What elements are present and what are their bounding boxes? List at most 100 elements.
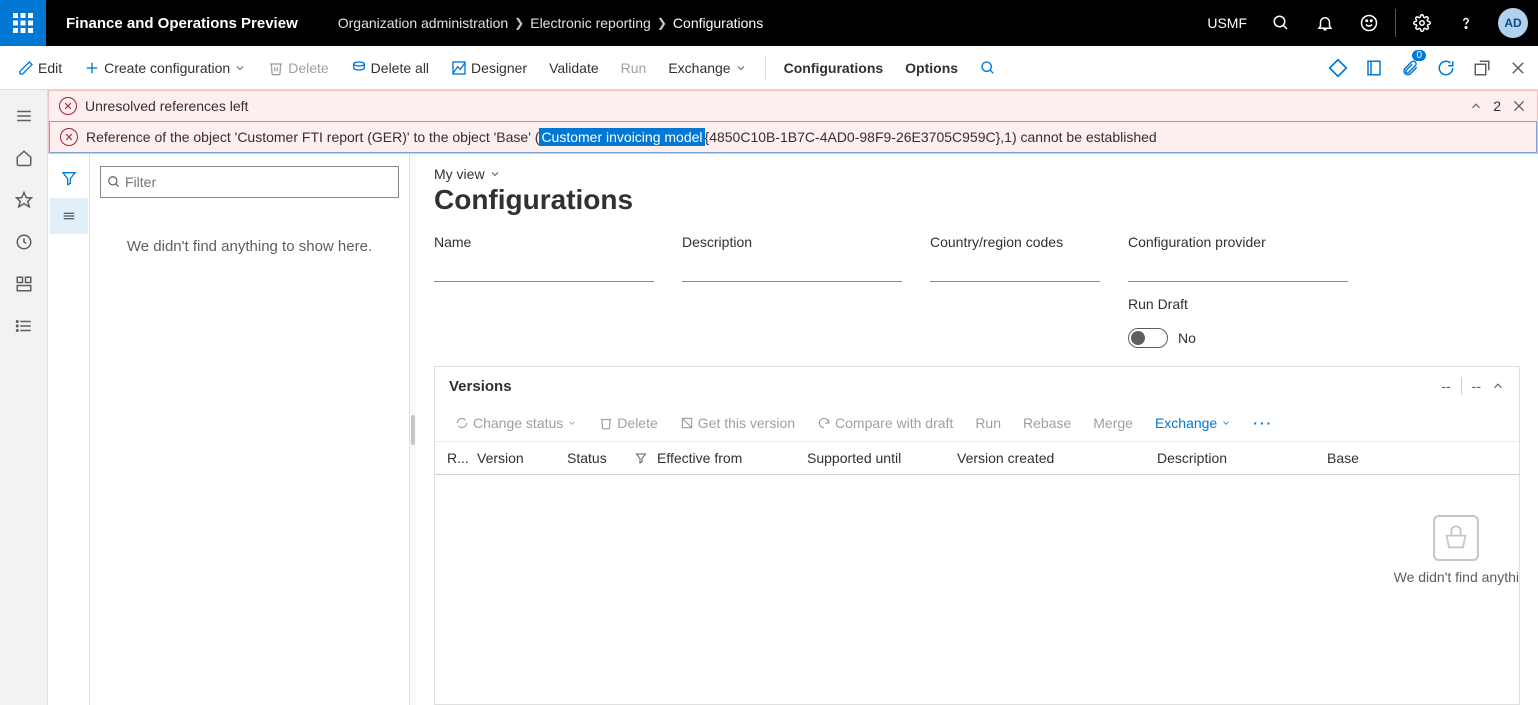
configurations-tab[interactable]: Configurations (774, 54, 894, 82)
edit-button[interactable]: Edit (8, 54, 72, 82)
versions-section: Versions -- -- Change status Delete Get … (434, 366, 1520, 705)
designer-button[interactable]: Designer (441, 54, 537, 82)
get-this-version-label: Get this version (698, 415, 795, 431)
col-status[interactable]: Status (567, 450, 657, 466)
customization-button[interactable] (1326, 56, 1350, 80)
description-field[interactable] (682, 260, 902, 282)
country-codes-field[interactable] (930, 260, 1100, 282)
configurations-label: Configurations (784, 60, 884, 76)
tree-filter[interactable] (100, 166, 399, 198)
name-field[interactable] (434, 260, 654, 282)
breadcrumb-item[interactable]: Electronic reporting (530, 15, 651, 31)
office-icon (1365, 59, 1383, 77)
more-button[interactable]: ··· (1245, 411, 1281, 435)
version-delete-button[interactable]: Delete (591, 411, 665, 435)
chevron-down-icon (234, 62, 246, 74)
validate-button[interactable]: Validate (539, 54, 609, 82)
legal-entity[interactable]: USMF (1195, 15, 1259, 31)
chevron-up-icon[interactable] (1491, 379, 1505, 393)
col-effective-from[interactable]: Effective from (657, 450, 807, 466)
breadcrumb: Organization administration ❯ Electronic… (318, 15, 763, 31)
delete-all-icon (351, 60, 367, 76)
run-draft-value: No (1178, 330, 1196, 346)
version-delete-label: Delete (617, 415, 657, 431)
nav-workspaces-button[interactable] (2, 264, 46, 304)
nav-home-button[interactable] (2, 138, 46, 178)
edit-label: Edit (38, 60, 62, 76)
col-supported-until[interactable]: Supported until (807, 450, 957, 466)
create-configuration-button[interactable]: Create configuration (74, 54, 256, 82)
run-draft-toggle[interactable] (1128, 328, 1168, 348)
designer-label: Designer (471, 60, 527, 76)
avatar[interactable]: AD (1498, 8, 1528, 38)
view-label: My view (434, 166, 485, 182)
col-base[interactable]: Base (1327, 450, 1427, 466)
find-button[interactable] (970, 54, 1006, 82)
popout-button[interactable] (1470, 56, 1494, 80)
settings-button[interactable] (1400, 0, 1444, 46)
merge-button[interactable]: Merge (1085, 411, 1141, 435)
field-label-name: Name (434, 234, 654, 250)
chevron-up-icon[interactable] (1469, 99, 1483, 113)
office-button[interactable] (1362, 56, 1386, 80)
provider-field[interactable] (1128, 260, 1348, 282)
compare-icon (817, 416, 831, 430)
tree-filter-input[interactable] (125, 174, 392, 190)
rebase-button[interactable]: Rebase (1015, 411, 1079, 435)
nav-modules-button[interactable] (2, 306, 46, 346)
app-title: Finance and Operations Preview (46, 15, 318, 32)
popout-icon (1473, 59, 1491, 77)
change-status-button[interactable]: Change status (447, 411, 585, 435)
close-icon[interactable] (1511, 98, 1527, 114)
search-button[interactable] (1259, 0, 1303, 46)
search-icon (1272, 14, 1290, 32)
nav-recent-button[interactable] (2, 222, 46, 262)
col-r[interactable]: R... (447, 450, 477, 466)
error-detail-row[interactable]: ✕ Reference of the object 'Customer FTI … (49, 121, 1537, 153)
horizontal-scrollbar[interactable] (435, 694, 1519, 704)
delete-all-button[interactable]: Delete all (341, 54, 439, 82)
configuration-tree-pane: We didn't find anything to show here. (90, 154, 410, 705)
compare-with-draft-button[interactable]: Compare with draft (809, 411, 961, 435)
left-nav-rail (0, 90, 48, 705)
side-toolbar (48, 154, 90, 705)
col-version-created[interactable]: Version created (957, 450, 1157, 466)
funnel-icon[interactable] (635, 452, 647, 464)
run-button[interactable]: Run (611, 54, 657, 82)
tree-empty-message: We didn't find anything to show here. (100, 198, 399, 255)
vertical-scrollbar[interactable] (1509, 427, 1519, 684)
breadcrumb-item[interactable]: Organization administration (338, 15, 508, 31)
version-exchange-button[interactable]: Exchange (1147, 411, 1239, 435)
col-version[interactable]: Version (477, 450, 567, 466)
view-selector[interactable]: My view (434, 166, 1520, 182)
help-button[interactable] (1444, 0, 1488, 46)
filter-pane-button[interactable] (50, 160, 88, 196)
error-count: 2 (1493, 98, 1501, 114)
version-exchange-label: Exchange (1155, 415, 1217, 431)
app-launcher[interactable] (0, 0, 46, 46)
delete-button[interactable]: Delete (258, 54, 338, 82)
feedback-button[interactable] (1347, 0, 1391, 46)
nav-menu-button[interactable] (2, 96, 46, 136)
notifications-button[interactable] (1303, 0, 1347, 46)
designer-icon (451, 60, 467, 76)
attachments-button[interactable]: 0 (1398, 56, 1422, 80)
command-bar: Edit Create configuration Delete Delete … (0, 46, 1538, 90)
options-tab[interactable]: Options (895, 54, 968, 82)
close-button[interactable] (1506, 56, 1530, 80)
validate-label: Validate (549, 60, 599, 76)
splitter[interactable] (410, 154, 416, 705)
get-this-version-button[interactable]: Get this version (672, 411, 803, 435)
list-view-button[interactable] (50, 198, 88, 234)
col-description[interactable]: Description (1157, 450, 1327, 466)
version-run-button[interactable]: Run (967, 411, 1009, 435)
chevron-down-icon (735, 62, 747, 74)
detail-pane: My view Configurations Name Description … (416, 154, 1538, 705)
chevron-right-icon: ❯ (514, 16, 524, 30)
nav-favorites-button[interactable] (2, 180, 46, 220)
breadcrumb-item[interactable]: Configurations (673, 15, 763, 31)
versions-grid-body: We didn't find anythi (435, 475, 1519, 694)
refresh-button[interactable] (1434, 56, 1458, 80)
list-icon (15, 317, 33, 335)
exchange-button[interactable]: Exchange (658, 54, 756, 82)
